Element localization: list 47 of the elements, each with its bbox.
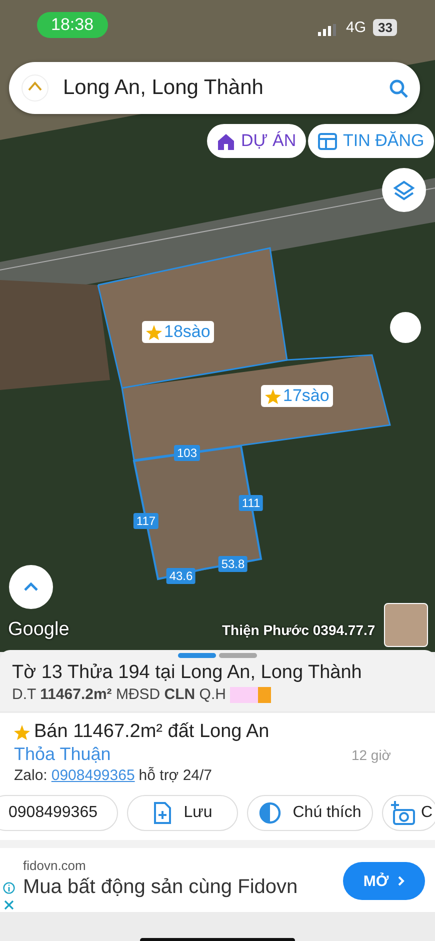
house-icon — [217, 132, 235, 150]
posted-time: 12 giờ — [351, 747, 391, 763]
contact-label: Zalo: — [14, 767, 48, 784]
listing-price: Thỏa Thuận — [14, 744, 111, 765]
page-indicator[interactable] — [219, 653, 257, 658]
search-icon[interactable] — [389, 78, 408, 98]
calendar-icon — [318, 132, 337, 150]
listing-title: Bán 11467.2m² đất Long An — [34, 721, 270, 743]
page-indicator[interactable] — [178, 653, 216, 658]
photo-button[interactable]: C — [382, 795, 435, 831]
chevron-icon — [396, 876, 405, 886]
star-icon — [14, 724, 30, 740]
clock-time: 18:38 — [37, 12, 108, 38]
info-icon[interactable] — [3, 882, 15, 894]
listing-button[interactable]: TIN ĐĂNG — [308, 124, 434, 158]
support-text: hỗ trợ 24/7 — [138, 767, 212, 784]
project-button[interactable]: DỰ ÁN — [207, 124, 306, 158]
edge-length: 43.6 — [166, 568, 196, 584]
layers-icon — [393, 180, 415, 200]
contact-overlay-text: Thiện Phước 0394.77.7 — [222, 622, 376, 638]
add-document-icon — [152, 802, 172, 824]
contrast-icon — [258, 802, 281, 824]
photo-placeholder — [384, 603, 428, 647]
star-icon — [265, 388, 281, 404]
parcel-title: Tờ 13 Thửa 194 tại Long An, Long Thành — [12, 662, 363, 684]
phone-button[interactable]: 0908499365 — [0, 795, 118, 831]
parcel-label: 18sào — [142, 321, 214, 343]
edge-length: 111 — [238, 495, 264, 511]
signal-icon — [318, 24, 336, 36]
edge-length: 103 — [174, 445, 200, 461]
save-button[interactable]: Lưu — [127, 795, 238, 831]
star-icon — [146, 324, 162, 340]
caret-icon — [23, 581, 39, 593]
open-button[interactable]: MỞ — [343, 862, 425, 900]
parcel-label: 17sào — [261, 385, 334, 407]
map-attribution: Google — [8, 619, 70, 641]
edge-length: 53.8 — [218, 556, 248, 572]
search-field[interactable]: Long An, Long Thành — [9, 62, 420, 114]
ad-domain: fidovn.com — [23, 858, 86, 873]
ad-headline: Mua bất động sản cùng Fidovn — [23, 876, 298, 899]
battery-level: 33 — [373, 19, 398, 36]
network-type: 4G — [346, 19, 366, 36]
add-camera-icon — [391, 801, 415, 825]
parcel-details: D.T 11467.2m² MĐSD CLN Q.H — [12, 686, 226, 703]
close-icon[interactable] — [4, 900, 14, 910]
edge-length: 117 — [133, 513, 159, 529]
legend-button[interactable]: Chú thích — [247, 795, 373, 831]
